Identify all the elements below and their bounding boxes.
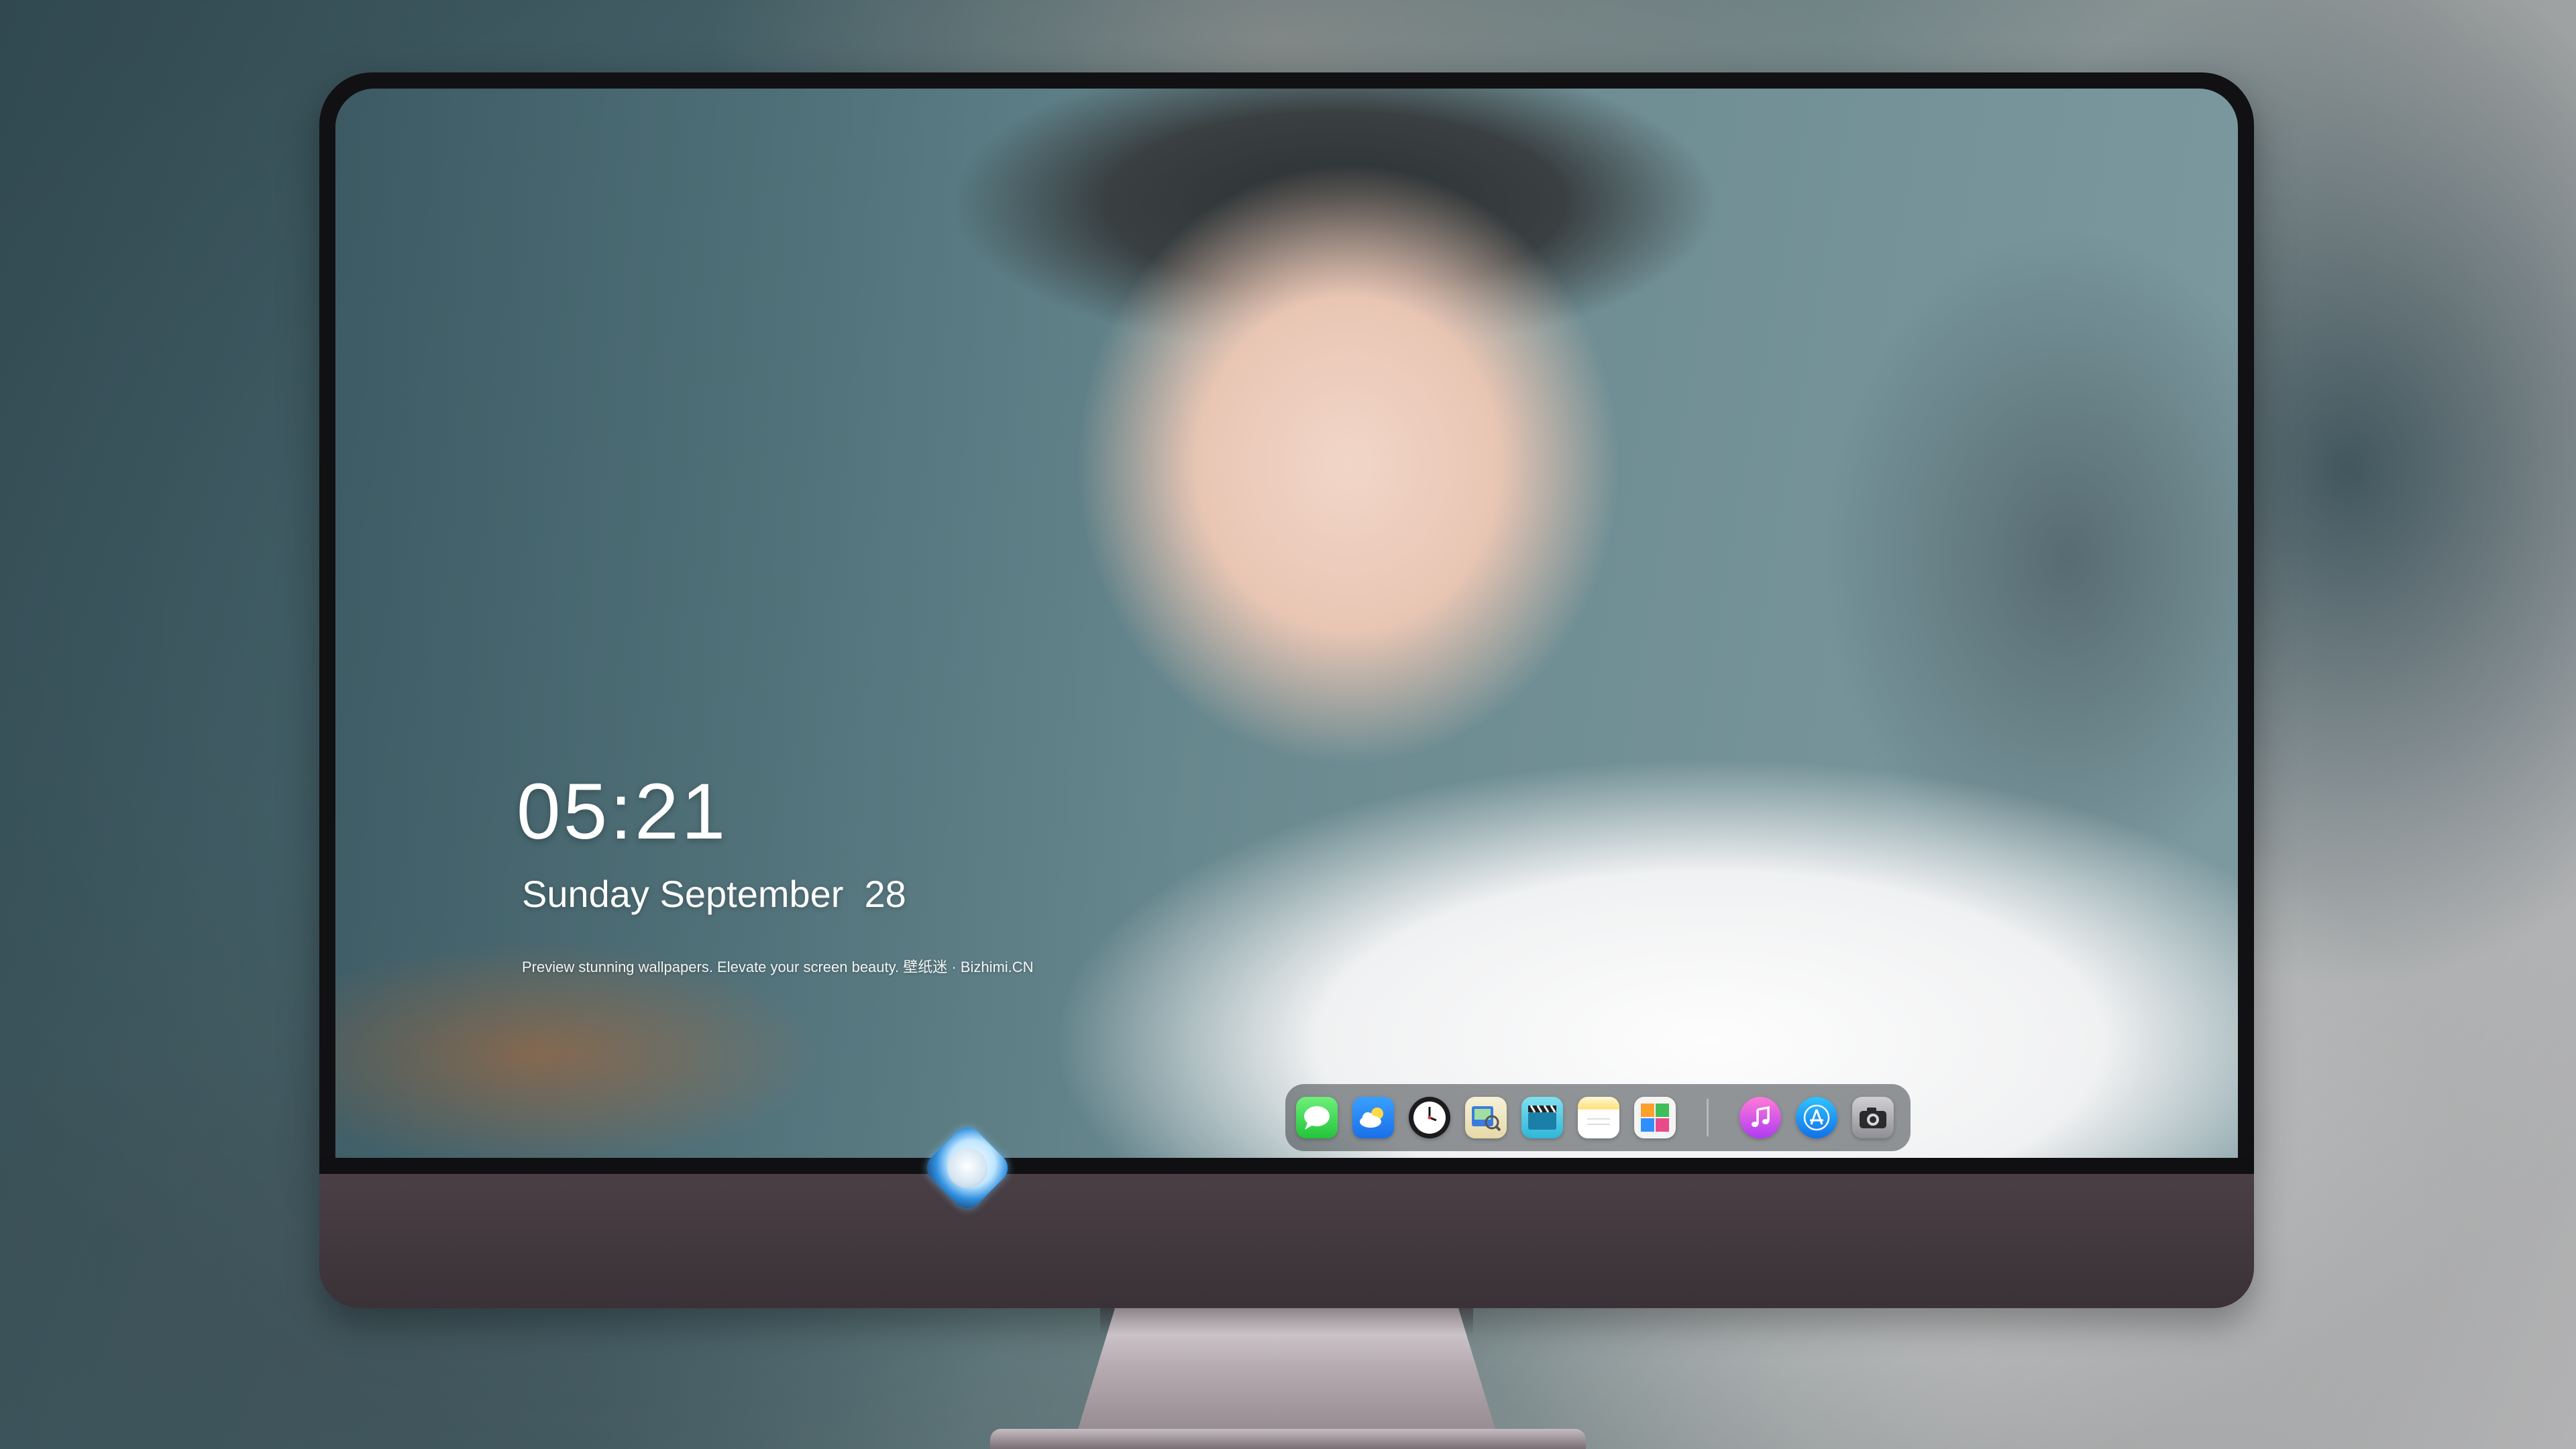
monitor-stand-base [990,1429,1586,1449]
monitor-chin [319,1174,2254,1308]
photos-icon[interactable] [1634,1097,1676,1138]
camera-icon[interactable] [1852,1097,1894,1138]
lockscreen-time: 05:21 [517,767,729,856]
lockscreen-date: Sunday September 28 [522,873,906,915]
preview-icon[interactable] [1465,1097,1507,1138]
wallpaper-shade [335,89,2238,1158]
mascot-logo-face [947,1148,987,1188]
dock-separator [1707,1099,1709,1136]
lockscreen-tagline: Preview stunning wallpapers. Elevate you… [522,959,1034,975]
blurred-background: 05:21 Sunday September 28 Preview stunni… [0,0,2576,1449]
clock-icon[interactable] [1409,1097,1450,1138]
monitor: 05:21 Sunday September 28 Preview stunni… [319,72,2254,1308]
notes-icon[interactable] [1578,1097,1619,1138]
screen-wallpaper: 05:21 Sunday September 28 Preview stunni… [335,89,2238,1158]
video-icon[interactable] [1521,1097,1563,1138]
stand-shadow [1100,1308,1473,1335]
app-store-icon[interactable] [1796,1097,1837,1138]
dock [1285,1084,1911,1151]
messages-icon[interactable] [1296,1097,1338,1138]
weather-icon[interactable] [1352,1097,1394,1138]
music-icon[interactable] [1739,1097,1781,1138]
monitor-bezel: 05:21 Sunday September 28 Preview stunni… [319,72,2254,1174]
